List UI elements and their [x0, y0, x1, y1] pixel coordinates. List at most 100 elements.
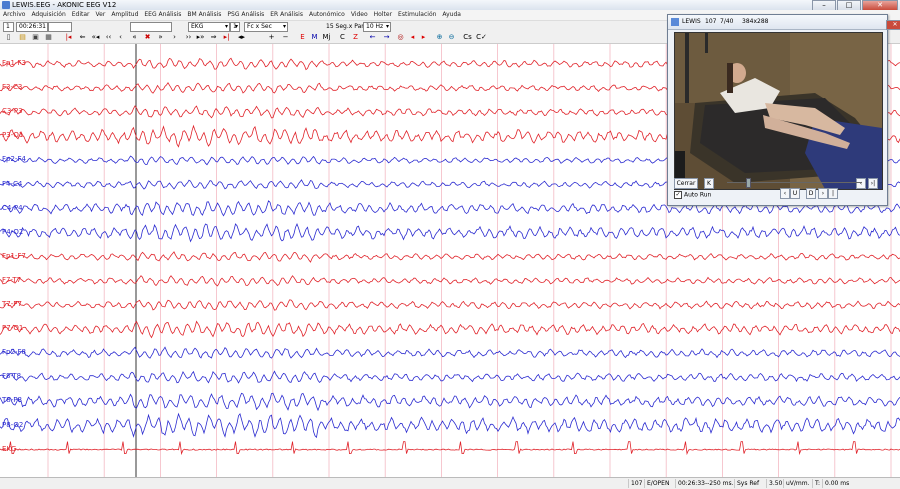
mark-j-icon[interactable]: Mj	[321, 32, 332, 43]
video-window[interactable]: LEWIS 107 7/40 384x288 – □ ✕ Cerrar K	[667, 14, 900, 206]
patient-video-image	[675, 33, 882, 189]
print-icon[interactable]: ▦	[43, 32, 54, 43]
menu-item-er-an-lisis[interactable]: ER Análisis	[270, 10, 303, 20]
menu-item-ver[interactable]: Ver	[96, 10, 106, 20]
magnify-minus-icon[interactable]: ⊖	[446, 32, 457, 43]
save-icon[interactable]: ▣	[30, 32, 41, 43]
arrow-left-icon[interactable]: ←	[367, 32, 378, 43]
channel-label[interactable]: F4-C4	[2, 180, 22, 188]
forward-icon[interactable]: ››	[183, 32, 194, 43]
check-icon[interactable]: C✓	[476, 32, 487, 43]
calibrate-icon[interactable]: C	[337, 32, 348, 43]
page-back-icon[interactable]: «◂	[90, 32, 101, 43]
red-arrow-left-icon[interactable]: ◂	[407, 32, 418, 43]
autorun-label: Auto Run	[684, 191, 712, 199]
eeg-trace	[0, 275, 900, 287]
channel-label[interactable]: Fp2-F8	[2, 348, 26, 356]
video-k-button[interactable]: K	[704, 178, 714, 189]
video-d-button[interactable]: D	[806, 188, 816, 199]
go-start-icon[interactable]: ◂▸	[236, 32, 247, 43]
menu-item-video[interactable]: Video	[351, 10, 368, 20]
eeg-trace	[0, 320, 900, 339]
menu-item-amplitud[interactable]: Amplitud	[111, 10, 138, 20]
time-field[interactable]: 00:26:31	[16, 22, 48, 32]
video-u-button[interactable]: U	[790, 188, 800, 199]
status-bar: 107 E/OPEN 00:26:33--250 ms. Sys Ref 3.5…	[0, 477, 900, 489]
channel-label[interactable]: P8-O2	[2, 421, 23, 429]
video-frame	[674, 32, 883, 190]
blank-field-1[interactable]	[48, 22, 72, 32]
marker-icon[interactable]: M	[309, 32, 320, 43]
z-icon[interactable]: Z	[350, 32, 361, 43]
blank-field-2[interactable]	[130, 22, 172, 32]
channel-label[interactable]: P7-O1	[2, 324, 23, 332]
channel-label[interactable]: P4-O2	[2, 228, 23, 236]
last-page-icon[interactable]: ▸|	[221, 32, 232, 43]
event-icon[interactable]: E	[297, 32, 308, 43]
red-arrow-right-icon[interactable]: ▸	[418, 32, 429, 43]
page-field[interactable]: 1	[3, 22, 14, 32]
first-page-icon[interactable]: |◂	[63, 32, 74, 43]
eeg-trace	[0, 370, 900, 384]
open-icon[interactable]: ▤	[17, 32, 28, 43]
target-icon[interactable]: ◎	[395, 32, 406, 43]
page-forward-icon[interactable]: ▸»	[195, 32, 206, 43]
menu-item-bm-an-lisis[interactable]: BM Análisis	[187, 10, 221, 20]
fs-select[interactable]: 1	[230, 22, 240, 32]
channel-label[interactable]: EKG	[2, 445, 16, 453]
channel-label[interactable]: F3-C3	[2, 83, 22, 91]
fast-back-icon[interactable]: ⇐	[77, 32, 88, 43]
channel-label[interactable]: T8-P8	[2, 396, 22, 404]
video-end-button[interactable]: ›|	[868, 178, 878, 189]
arrow-right-icon[interactable]: →	[381, 32, 392, 43]
status-time: 00:26:33--250 ms.	[675, 479, 734, 488]
rewind-icon[interactable]: «	[129, 32, 140, 43]
menu-item-adquisici-n[interactable]: Adquisición	[31, 10, 65, 20]
video-counter: 7/40	[720, 18, 734, 25]
channel-label[interactable]: Fp1-F7	[2, 252, 26, 260]
channel-label[interactable]: P3-O1	[2, 131, 23, 139]
video-rewind-button[interactable]: ‹	[780, 188, 790, 199]
hz-select[interactable]: 10 Hz	[363, 22, 391, 32]
video-end-frame-button[interactable]: |	[828, 188, 838, 199]
channel-label[interactable]: F8-T8	[2, 372, 21, 380]
channel-label[interactable]: C3-P3	[2, 107, 23, 115]
menu-item-archivo[interactable]: Archivo	[3, 10, 25, 20]
status-sensitivity: 3.50	[766, 479, 783, 488]
menu-item-psg-an-lisis[interactable]: PSG Análisis	[227, 10, 264, 20]
new-icon[interactable]: ▯	[3, 32, 14, 43]
play-back-icon[interactable]: »	[155, 32, 166, 43]
magnify-plus-icon[interactable]: ⊕	[434, 32, 445, 43]
back-icon[interactable]: ‹‹	[103, 32, 114, 43]
channel-label[interactable]: Fp1-F3	[2, 59, 26, 67]
channel-label[interactable]: C4-P4	[2, 204, 23, 212]
menu-item-ayuda[interactable]: Ayuda	[442, 10, 461, 20]
zoom-in-time-icon[interactable]: +	[266, 32, 277, 43]
settings-icon[interactable]: Cs	[462, 32, 473, 43]
menu-item-holter[interactable]: Holter	[374, 10, 392, 20]
fast-forward-icon[interactable]: ⇒	[208, 32, 219, 43]
video-close-x-button[interactable]: ✕	[886, 20, 900, 30]
menu-item-editar[interactable]: Editar	[72, 10, 90, 20]
status-state: E/OPEN	[644, 479, 675, 488]
step-back-icon[interactable]: ‹	[115, 32, 126, 43]
menu-item-eeg-an-lisis[interactable]: EEG Análisis	[144, 10, 181, 20]
channel-label[interactable]: F7-T7	[2, 276, 21, 284]
menu-item-estimulaci-n[interactable]: Estimulación	[398, 10, 436, 20]
channel-label[interactable]: Fp2-F4	[2, 155, 26, 163]
video-prev-button[interactable]: ‹	[856, 178, 866, 189]
status-t-value: 0.00 ms	[822, 479, 855, 488]
montage-select[interactable]: EKG	[188, 22, 230, 32]
video-slider-thumb[interactable]	[746, 178, 751, 188]
zoom-out-time-icon[interactable]: −	[280, 32, 291, 43]
step-forward-icon[interactable]: ›	[169, 32, 180, 43]
autorun-check-icon[interactable]: ✓	[674, 191, 682, 199]
filter-mode-select[interactable]: Fc x Sec	[244, 22, 288, 32]
eeg-trace	[0, 222, 900, 243]
video-forward-button[interactable]: ›	[818, 188, 828, 199]
video-close-button[interactable]: Cerrar	[674, 178, 698, 189]
menu-item-auton-mico[interactable]: Autonómico	[309, 10, 345, 20]
autorun-checkbox[interactable]: ✓ Auto Run	[674, 191, 711, 199]
stop-icon[interactable]: ✖	[142, 32, 153, 43]
channel-label[interactable]: T7-P7	[2, 300, 22, 308]
